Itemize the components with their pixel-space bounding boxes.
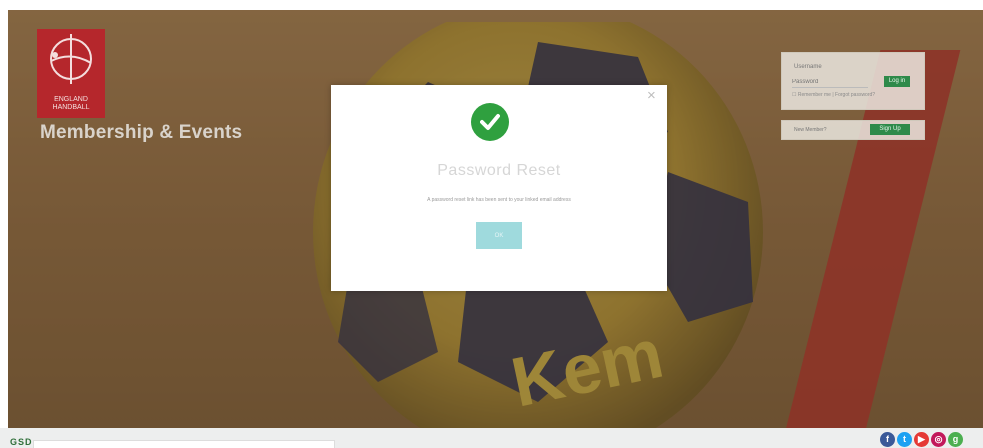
logo-text: ENGLAND HANDBALL xyxy=(52,96,90,111)
footer-logo-text: GSD xyxy=(10,437,33,447)
success-check-icon xyxy=(471,103,509,141)
ok-button[interactable]: OK xyxy=(476,222,522,249)
signup-panel: New Member? Sign Up xyxy=(781,120,925,140)
dialog-message: A password reset link has been sent to y… xyxy=(427,197,571,203)
screen: Kem ENGLAND HANDBALL Membership & Events… xyxy=(0,0,983,448)
youtube-icon[interactable]: ▶ xyxy=(914,432,929,447)
england-handball-logo: ENGLAND HANDBALL xyxy=(37,29,105,118)
password-input[interactable] xyxy=(792,77,868,88)
page-title: Membership & Events xyxy=(40,122,243,143)
login-panel: Username Log in ☐ Remember me | Forgot p… xyxy=(781,52,925,110)
login-button[interactable]: Log in xyxy=(884,76,910,87)
forgot-password-link[interactable]: Forgot password? xyxy=(835,92,875,98)
facebook-icon[interactable]: f xyxy=(880,432,895,447)
dialog-title: Password Reset xyxy=(437,162,561,179)
login-options: ☐ Remember me | Forgot password? xyxy=(792,92,876,98)
password-reset-dialog: × Password Reset A password reset link h… xyxy=(331,85,667,291)
signup-button[interactable]: Sign Up xyxy=(870,124,910,135)
instagram-icon[interactable]: ◎ xyxy=(931,432,946,447)
username-label: Username xyxy=(794,64,822,70)
footer-panel xyxy=(33,440,335,448)
twitter-icon[interactable]: t xyxy=(897,432,912,447)
handball-logo-icon xyxy=(50,34,92,84)
new-member-label: New Member? xyxy=(794,127,827,133)
close-icon[interactable]: × xyxy=(647,87,656,104)
google-icon[interactable]: g xyxy=(948,432,963,447)
remember-label: Remember me xyxy=(797,92,831,98)
remember-checkbox[interactable]: ☐ xyxy=(792,92,796,98)
